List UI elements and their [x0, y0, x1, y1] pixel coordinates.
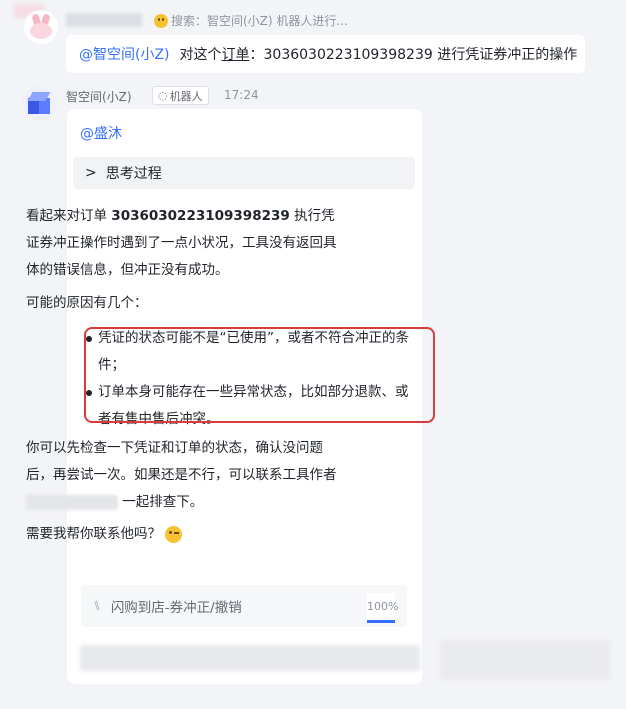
search-reference-text: 搜索：智空间(小Z) 机器人进行...: [171, 14, 348, 28]
bot-time: 17:24: [224, 88, 259, 102]
wink-emoji-icon: [165, 525, 183, 543]
search-reference[interactable]: 搜索：智空间(小Z) 机器人进行...: [154, 12, 348, 29]
bot-tag: ◌ 机器人: [152, 86, 209, 105]
decoration-blur: [440, 640, 610, 680]
reply-paragraph-2: 可能的原因有几个：: [26, 295, 148, 311]
user-text-after: ：3036030223109398239 进行凭证券冲正的操作: [249, 47, 578, 63]
bot-tag-label: 机器人: [169, 89, 203, 103]
tool-card-label: 闪购到店-券冲正/撤销: [110, 600, 242, 616]
para3-suffix: 一起排查下。: [122, 494, 204, 510]
think-process-toggle[interactable]: > 思考过程: [73, 157, 415, 189]
reply-paragraph-4: 需要我帮你联系他吗？: [26, 521, 344, 548]
chevron-right-icon: >: [85, 165, 97, 181]
rabbit-avatar-icon: [27, 13, 55, 40]
tool-progress-bar: [367, 620, 395, 623]
tool-author-redacted: [26, 494, 118, 510]
bot-mention[interactable]: @盛沐: [80, 123, 122, 143]
user-text-before: 对这个: [179, 47, 222, 63]
user-avatar[interactable]: [24, 10, 58, 44]
tool-progress-text: 100%: [367, 593, 398, 621]
tool-card[interactable]: ⑊ 闪购到店-券冲正/撤销: [81, 585, 407, 627]
reply-paragraph-1: 看起来对订单 3036030223109398239 执行凭证券冲正操作时遇到了…: [26, 203, 344, 284]
para4-text: 需要我帮你联系他吗？: [26, 526, 161, 542]
user-name-redacted: [66, 13, 142, 27]
emoji-face-icon: [154, 13, 168, 28]
decoration-blur: [80, 645, 420, 671]
order-number: 3036030223109398239: [111, 208, 290, 224]
reply-paragraph-3: 你可以先检查一下凭证和订单的状态，确认没问题后，再尝试一次。如果还是不行，可以联…: [26, 435, 344, 516]
cube-bot-avatar-icon: [27, 92, 51, 114]
user-mention[interactable]: @智空间(小Z): [79, 44, 170, 64]
robot-icon: ◌: [158, 89, 168, 102]
highlight-box: [84, 327, 435, 423]
bot-name[interactable]: 智空间(小Z): [66, 88, 132, 105]
tool-icon: ⑊: [93, 598, 101, 614]
think-process-label: 思考过程: [105, 166, 162, 182]
bot-avatar[interactable]: [22, 86, 56, 120]
para1-prefix: 看起来对订单: [26, 208, 112, 224]
user-text-underlined: 订单: [221, 47, 250, 63]
user-message-bubble: @智空间(小Z) 对这个 订单 ：3036030223109398239 进行凭…: [66, 35, 585, 73]
para3-prefix: 你可以先检查一下凭证和订单的状态，确认没问题后，再尝试一次。如果还是不行，可以联…: [26, 440, 337, 483]
